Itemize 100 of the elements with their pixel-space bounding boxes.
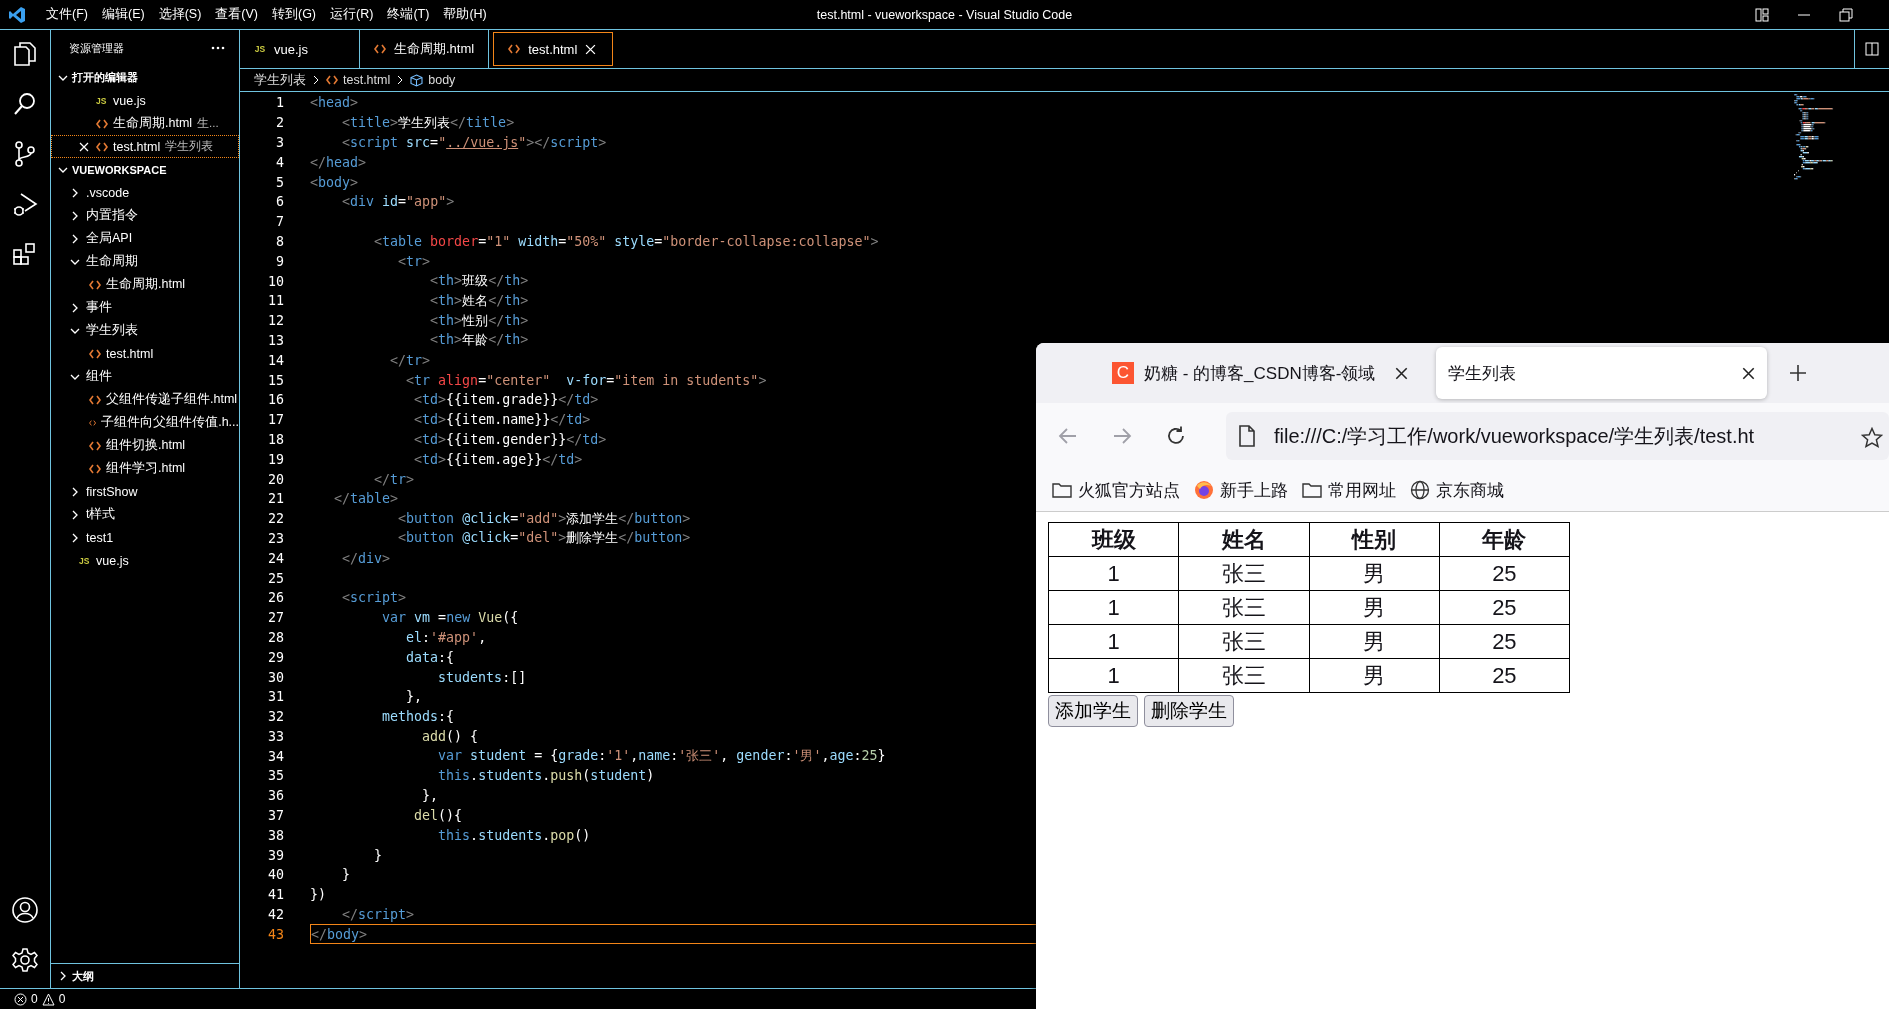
warning-icon[interactable] [41,992,55,1006]
folder-item[interactable]: 事件 [51,296,239,319]
code-line: <th>班级</th> [429,272,529,291]
open-editor-item[interactable]: test.html 学生列表 [51,135,239,158]
line-number: 10 [267,273,284,289]
new-tab-icon[interactable] [1789,364,1807,382]
section-header[interactable]: 大纲 [51,963,239,988]
folder-item[interactable]: 学生列表 [51,319,239,342]
tab-title: 奶糖 - 的博客_CSDN博客-领域 [1144,362,1377,385]
table-cell: 男 [1309,590,1440,625]
error-count: 0 [31,992,38,1006]
menu-item[interactable]: 帮助(H) [443,6,487,23]
editor-tab[interactable]: test.html [493,32,614,66]
settings-icon[interactable] [11,946,39,974]
folder-item[interactable]: t样式 [51,503,239,526]
line-number: 35 [267,768,284,784]
code-line: }, [405,689,423,705]
section-header[interactable]: VUEWORKSPACE [51,158,239,181]
folder-item[interactable]: firstShow [51,480,239,503]
menu-item[interactable]: 转到(G) [272,6,317,23]
table-cell: 张三 [1178,556,1309,591]
table-cell: 张三 [1178,658,1309,693]
menu-item[interactable]: 选择(S) [158,6,202,23]
line-number: 9 [275,253,284,269]
code-line: <head> [310,95,359,111]
line-number: 16 [267,392,284,408]
folder-item[interactable]: 生命周期 [51,250,239,273]
file-item[interactable]: 父组件传递子组件.html [51,388,239,411]
line-number: 6 [275,194,284,210]
globe-icon [1410,480,1430,500]
line-number: 34 [267,748,284,764]
folder-item[interactable]: .vscode [51,181,239,204]
folder-item[interactable]: 全局API [51,227,239,250]
menu-item[interactable]: 终端(T) [387,6,430,23]
line-number: 40 [267,867,284,883]
bookmark-item[interactable]: 京东商城 [1410,478,1504,502]
folder-item[interactable]: 组件 [51,365,239,388]
code-line: <tr> [397,253,431,269]
file-item[interactable]: JS vue.js [51,549,239,572]
run-debug-icon[interactable] [11,190,39,218]
account-icon[interactable] [11,896,39,924]
open-editor-item[interactable]: 生命周期.html 生... [51,112,239,135]
code-line: </table> [333,491,399,507]
breadcrumb-item[interactable]: 学生列表 [254,71,306,89]
menu-item[interactable]: 编辑(E) [101,6,145,23]
page-button[interactable]: 添加学生 [1048,695,1138,727]
file-item[interactable]: 生命周期.html [51,273,239,296]
table-cell: 张三 [1178,590,1309,625]
line-number: 1 [275,95,284,111]
bookmark-item[interactable]: 火狐官方站点 [1052,478,1180,502]
code-brackets-icon [326,75,338,85]
close-icon[interactable] [1742,366,1755,380]
browser-tab[interactable]: 学生列表 [1436,347,1767,399]
layout-icon[interactable] [1755,7,1769,22]
split-editor-icon[interactable] [1865,42,1879,56]
address-field[interactable]: file:///C:/学习工作/work/vueworkspace/学生列表/test.ht [1226,412,1889,460]
breadcrumb-item[interactable]: test.html [326,73,391,87]
code-line: <td>{{item.age}}</td> [413,451,583,467]
line-number: 23 [267,530,284,546]
line-number: 20 [267,471,284,487]
error-icon[interactable] [14,992,27,1006]
restore-icon[interactable] [1839,7,1853,22]
files-icon[interactable] [11,40,39,68]
code-brackets-icon [508,44,521,54]
star-icon[interactable] [1861,427,1883,449]
code-line: </tr> [373,471,415,487]
code-line: data:{ [405,649,455,665]
breadcrumb-item[interactable]: body [410,73,456,87]
app-logo-icon [8,5,26,24]
menu-item[interactable]: 运行(R) [330,6,374,23]
page-button[interactable]: 删除学生 [1144,695,1234,727]
line-number: 27 [267,610,284,626]
section-header[interactable]: 打开的编辑器 [51,66,239,89]
more-icon[interactable] [211,46,225,50]
code-brackets-icon [89,279,101,290]
file-item[interactable]: 子组件向父组件传值.h... [51,411,239,434]
folder-item[interactable]: 内置指令 [51,204,239,227]
code-line: students:[] [437,669,527,685]
close-icon[interactable] [1395,366,1408,380]
line-number: 41 [267,887,284,903]
table-cell: 男 [1309,624,1440,659]
bookmark-item[interactable]: 新手上路 [1194,478,1288,502]
open-editor-item[interactable]: JS vue.js [51,89,239,112]
line-number: 3 [275,135,284,150]
browser-tab[interactable]: C 奶糖 - 的博客_CSDN博客-领域 [1100,347,1420,399]
file-item[interactable]: test.html [51,342,239,365]
column-header: 班级 [1048,522,1179,557]
line-number: 26 [267,590,284,606]
menu-item[interactable]: 文件(F) [46,6,88,23]
code-line: <table border="1" width="50%" style="border-collapse:collapse"> [373,233,879,249]
file-item[interactable]: 组件学习.html [51,457,239,480]
folder-item[interactable]: test1 [51,526,239,549]
bookmark-item[interactable]: 常用网址 [1302,478,1396,502]
file-item[interactable]: 组件切换.html [51,434,239,457]
column-header: 性别 [1309,522,1440,557]
code-line: </script> [341,907,415,923]
js-file-icon: JS [96,95,108,106]
menu-item[interactable]: 查看(V) [215,6,258,23]
code-line: <div id="app"> [341,194,455,210]
code-line: }, [421,788,439,804]
